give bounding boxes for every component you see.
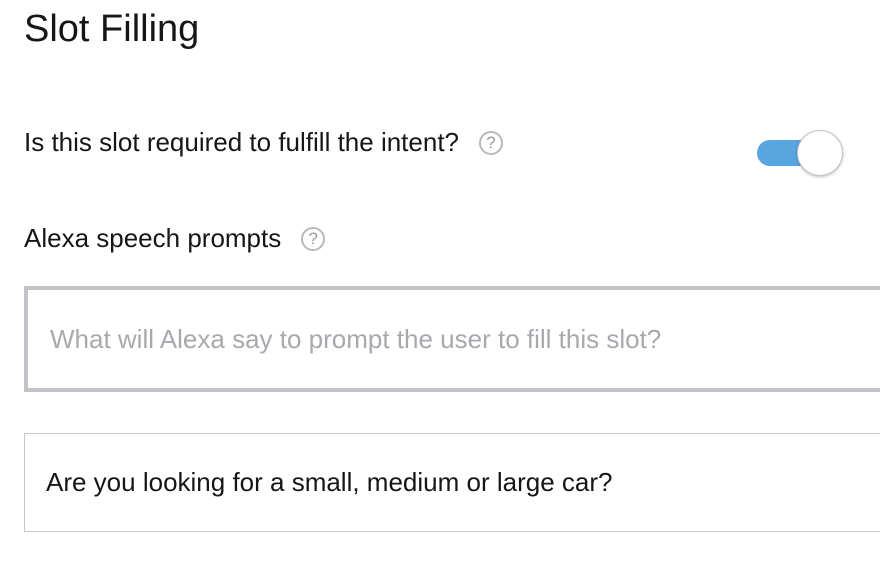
section-title: Slot Filling (24, 8, 200, 50)
speech-prompts-row: Alexa speech prompts ? (24, 223, 326, 254)
speech-prompt-input-box (24, 286, 880, 392)
help-icon[interactable]: ? (479, 130, 504, 155)
slot-required-label: Is this slot required to fulfill the int… (24, 127, 460, 157)
toggle-knob (797, 130, 843, 176)
slot-required-toggle[interactable] (757, 130, 843, 176)
help-icon[interactable]: ? (301, 226, 326, 251)
speech-prompt-input[interactable] (50, 290, 870, 388)
slot-required-row: Is this slot required to fulfill the int… (24, 127, 504, 158)
speech-prompts-label: Alexa speech prompts (24, 223, 282, 253)
speech-prompt-item[interactable]: Are you looking for a small, medium or l… (24, 433, 880, 532)
slot-filling-panel: Slot Filling Is this slot required to fu… (0, 0, 880, 568)
